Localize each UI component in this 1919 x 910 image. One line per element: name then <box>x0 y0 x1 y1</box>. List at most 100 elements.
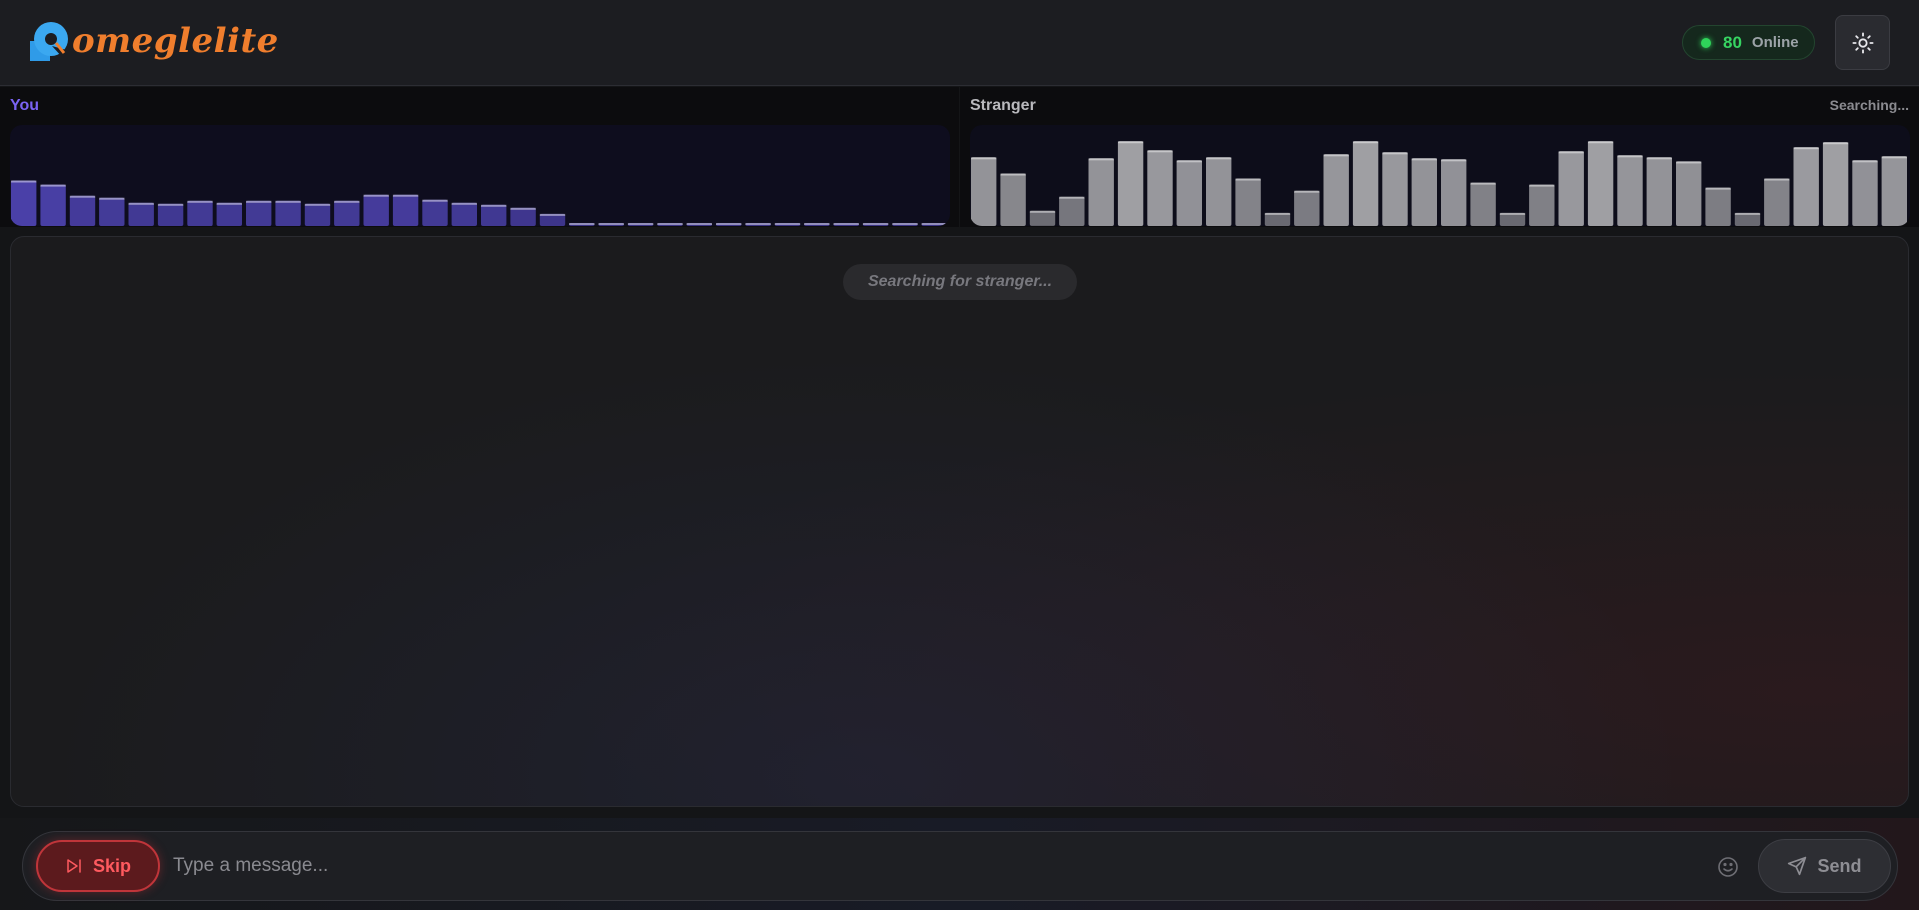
you-bar <box>275 200 301 226</box>
stranger-bar-cap <box>1441 159 1467 162</box>
you-audio-visualizer: You <box>0 87 959 227</box>
message-input[interactable] <box>173 846 1723 886</box>
stranger-bar <box>1117 141 1144 226</box>
you-bars <box>10 125 950 226</box>
chat-status-message: Searching for stranger... <box>843 264 1077 300</box>
stranger-bar-cap <box>1705 187 1731 190</box>
you-bar <box>304 203 331 226</box>
you-bar <box>11 180 37 226</box>
stranger-bar-cap <box>1088 158 1114 161</box>
stranger-bars <box>970 125 1910 226</box>
stranger-bar <box>1705 187 1731 226</box>
you-bar-cap <box>128 202 154 205</box>
skip-label: Skip <box>92 855 131 876</box>
stranger-label: Stranger <box>970 97 1036 114</box>
you-bar <box>216 202 242 226</box>
you-bar-cap <box>275 200 301 203</box>
stranger-bar-cap <box>1676 161 1702 164</box>
stranger-bar <box>1029 210 1056 226</box>
you-bar-cap <box>11 180 37 183</box>
stranger-bars-svg <box>971 141 1907 226</box>
you-bar-cap <box>569 223 595 225</box>
skip-button[interactable]: Skip <box>36 840 160 892</box>
stranger-bar <box>1822 142 1849 226</box>
you-bar-cap <box>510 207 536 210</box>
stranger-bar <box>1587 141 1614 226</box>
emoji-button[interactable] <box>1716 855 1740 879</box>
stranger-bar <box>1646 157 1672 226</box>
stranger-bar <box>1558 151 1584 226</box>
stranger-bar <box>1382 152 1408 226</box>
logo-text: omeglelite <box>72 21 279 61</box>
stranger-bar <box>1529 184 1555 226</box>
stranger-bar <box>1411 158 1437 226</box>
you-bar-cap <box>392 194 419 197</box>
stranger-bar <box>1881 156 1907 226</box>
logo[interactable]: omeglelite <box>30 21 279 61</box>
stranger-bar <box>1294 190 1320 226</box>
you-bar <box>510 207 536 226</box>
you-bar-cap <box>892 223 918 225</box>
you-bar-cap <box>833 223 859 225</box>
you-bar-cap <box>657 223 683 225</box>
you-bar <box>422 199 448 226</box>
stranger-bar <box>1441 159 1467 226</box>
send-button[interactable]: Send <box>1758 839 1891 893</box>
stranger-bar <box>1206 157 1232 226</box>
you-bar-cap <box>216 202 242 205</box>
app-header: omeglelite 80 Online <box>0 0 1919 86</box>
stranger-bar-cap <box>1470 182 1496 185</box>
chat-messages-area[interactable]: Searching for stranger... <box>10 236 1909 807</box>
you-bar <box>363 194 389 226</box>
you-bar-cap <box>246 200 272 203</box>
you-bar-cap <box>40 184 66 187</box>
stranger-status: Searching... <box>1829 97 1909 113</box>
you-bar-cap <box>804 223 830 225</box>
stranger-bar-cap <box>1734 212 1761 215</box>
stranger-bar-cap <box>1529 184 1555 187</box>
you-bar <box>99 197 125 226</box>
stranger-bar-cap <box>1411 158 1437 161</box>
stranger-bar <box>1323 154 1349 226</box>
stranger-bar-cap <box>1206 157 1232 160</box>
stranger-bar <box>1059 196 1085 226</box>
you-bar-cap <box>598 223 624 225</box>
stranger-bar-cap <box>971 157 997 160</box>
you-bar <box>246 200 272 226</box>
theme-toggle-button[interactable] <box>1835 15 1890 70</box>
you-bar-cap <box>422 199 448 202</box>
stranger-bar <box>1147 150 1173 226</box>
sun-icon <box>1851 31 1874 54</box>
stranger-bar-cap <box>1499 212 1526 215</box>
stranger-bar-cap <box>1352 141 1379 144</box>
stranger-bar-cap <box>1059 196 1085 199</box>
you-bar-cap <box>862 223 889 225</box>
online-label: Online <box>1751 34 1799 51</box>
stranger-bar <box>1176 160 1202 226</box>
stranger-bar <box>1352 141 1379 226</box>
stranger-bar-cap <box>1382 152 1408 155</box>
bottom-bar: Skip Send <box>0 818 1919 910</box>
you-bar <box>69 195 96 226</box>
send-label: Send <box>1817 855 1862 876</box>
you-bar-cap <box>187 200 213 203</box>
stranger-bar-cap <box>1117 141 1144 144</box>
stranger-bar <box>1676 161 1702 226</box>
you-bar-cap <box>363 194 389 197</box>
stranger-bar-cap <box>1176 160 1202 163</box>
stranger-bar <box>1764 178 1790 226</box>
stranger-bar <box>1470 182 1496 226</box>
you-bar-cap <box>686 223 712 225</box>
you-bars-svg <box>11 180 947 226</box>
stranger-bar <box>1000 173 1026 226</box>
stranger-bar <box>1088 158 1114 226</box>
stranger-bar <box>1235 178 1261 226</box>
message-composer: Skip Send <box>22 831 1898 901</box>
you-bar-cap <box>451 202 477 205</box>
stranger-bar <box>971 157 997 226</box>
stranger-bar-cap <box>1323 154 1349 157</box>
you-label: You <box>10 97 40 114</box>
stranger-bar-cap <box>1264 212 1291 215</box>
stranger-bar-cap <box>1881 156 1907 159</box>
stranger-bar <box>1852 160 1878 226</box>
